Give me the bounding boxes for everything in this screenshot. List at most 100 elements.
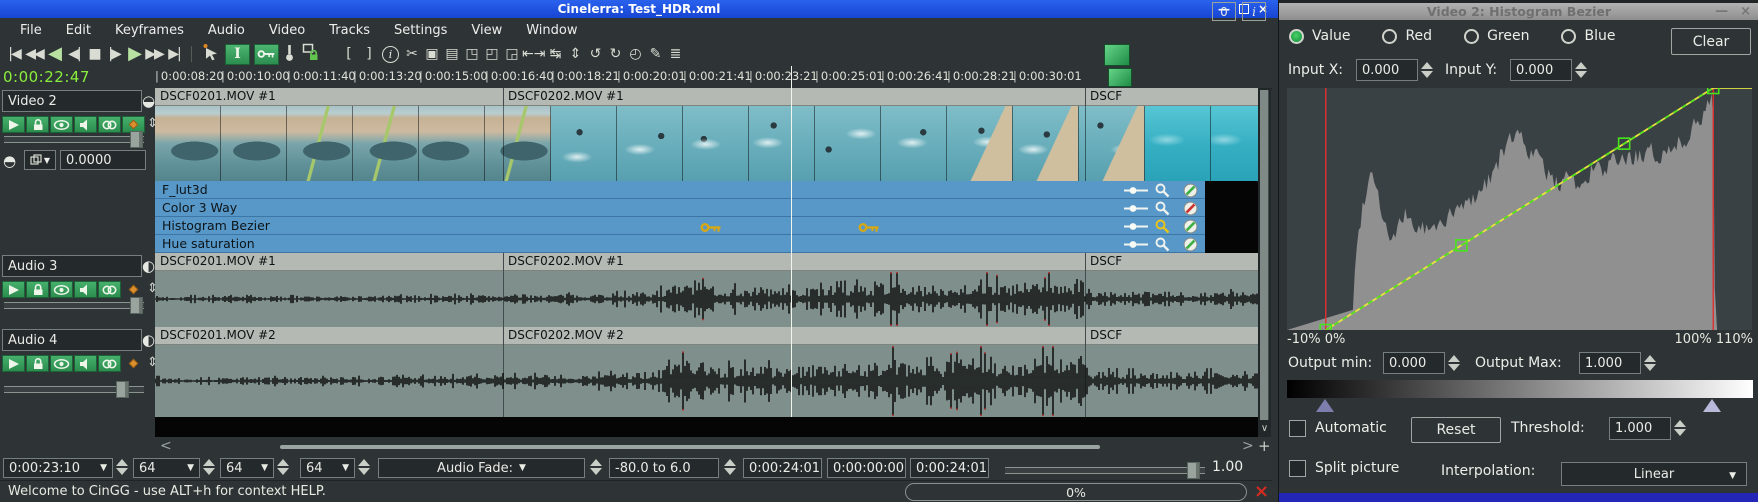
play-toggle[interactable]	[2, 355, 25, 372]
alpha-slider[interactable]	[1005, 467, 1205, 474]
camera-automation-icon[interactable]: ◓	[3, 152, 16, 170]
selection-length-field[interactable]: 0:00:00:00	[827, 458, 906, 478]
alpha-slider-handle[interactable]	[1187, 462, 1200, 479]
gang-toggle[interactable]	[98, 355, 121, 372]
frame-forward-icon[interactable]: |▶	[104, 44, 124, 64]
overlay-mode-combo[interactable]: ▼	[24, 150, 56, 170]
radio-icon[interactable]	[1464, 29, 1479, 44]
radio-icon[interactable]	[1561, 29, 1576, 44]
next-label-button-icon[interactable]: ◲	[502, 44, 522, 64]
clip-info-button-icon[interactable]: i	[382, 46, 399, 63]
minimize-icon[interactable]: —	[1715, 4, 1728, 19]
channel-radio-blue[interactable]: Blue	[1561, 28, 1615, 44]
channel-radio-red[interactable]: Red	[1382, 28, 1432, 44]
split-cut-button-icon[interactable]: ✂	[402, 44, 422, 64]
slow-shuttle-tool-icon[interactable]	[285, 43, 294, 66]
menu-file[interactable]: File	[10, 21, 52, 40]
playhead[interactable]	[791, 66, 792, 417]
output-max-field[interactable]: 1.000	[1579, 352, 1641, 374]
output-max-marker[interactable]	[1703, 399, 1721, 412]
paste-button-icon[interactable]: ▤	[442, 44, 462, 64]
duration-zoom-combo[interactable]: 0:00:23:10▼	[3, 458, 113, 478]
menu-tracks[interactable]: Tracks	[319, 21, 380, 40]
track-title-field-audio-3[interactable]: Audio 3	[2, 255, 142, 277]
trackheight-zoom-combo[interactable]: 64▼	[300, 458, 355, 478]
master-toggle[interactable]	[122, 355, 145, 372]
range-stepper[interactable]	[723, 459, 737, 475]
threshold-field[interactable]: 1.000	[1609, 417, 1671, 440]
stop-icon[interactable]: ■	[84, 44, 104, 64]
draw-toggle[interactable]	[50, 281, 73, 298]
menu-video[interactable]: Video	[259, 21, 315, 40]
info-button[interactable]: i	[1242, 2, 1266, 21]
track-expand-icon[interactable]: ◒	[142, 92, 155, 110]
split-picture-checkbox[interactable]	[1289, 460, 1306, 477]
master-toggle[interactable]	[122, 281, 145, 298]
drag-drop-editing-tool-icon[interactable]	[202, 43, 220, 65]
window-resize-edge[interactable]	[1279, 493, 1758, 502]
amplitude-zoom-combo[interactable]: 64▼	[220, 458, 274, 478]
threshold-stepper[interactable]	[1673, 420, 1687, 436]
automation-range-stepper[interactable]	[589, 459, 603, 475]
undo-depth-indicator[interactable]: 0	[1212, 2, 1236, 21]
fader-audio-3[interactable]	[4, 302, 144, 309]
input-x-field[interactable]: 0.000	[1356, 59, 1418, 81]
add-panel-icon[interactable]: +	[1258, 437, 1271, 455]
effect-bar-color-3-way[interactable]: Color 3 Way	[155, 199, 1205, 217]
interpolation-dropdown[interactable]: Linear ▼	[1561, 462, 1747, 486]
fast-forward-icon[interactable]: ▶▶	[144, 44, 164, 64]
gang-toggle[interactable]	[98, 281, 121, 298]
expand-autos-button-icon[interactable]: ⇕	[565, 44, 585, 64]
track-title-field-audio-4[interactable]: Audio 4	[2, 329, 142, 351]
horizontal-scrollbar[interactable]: < > +	[0, 437, 1272, 456]
fader-audio-4[interactable]	[4, 386, 144, 393]
duration-zoom-stepper[interactable]	[115, 459, 129, 475]
output-max-stepper[interactable]	[1643, 355, 1657, 371]
fader-video-2[interactable]	[4, 136, 144, 143]
menu-view[interactable]: View	[461, 21, 512, 40]
commercial-db-button-icon[interactable]: ◴	[625, 44, 645, 64]
close-icon[interactable]: ×	[1740, 4, 1751, 19]
redo-button-icon[interactable]: ↻	[605, 44, 625, 64]
menu-audio[interactable]: Audio	[198, 21, 255, 40]
fit-selection-button-icon[interactable]: ⇤⇥	[522, 44, 545, 64]
frame-reverse-icon[interactable]: ◀|	[64, 44, 84, 64]
vertical-scrollbar[interactable]: ∨	[1258, 88, 1271, 437]
forward-play-icon[interactable]: ▶	[124, 44, 144, 64]
sample-zoom-stepper[interactable]	[202, 459, 216, 475]
in-point-button-icon[interactable]: [	[339, 44, 359, 64]
selection-start-field[interactable]: 0:00:24:01	[743, 458, 822, 478]
radio-icon[interactable]	[1382, 29, 1397, 44]
goto-start-icon[interactable]: |◀	[4, 44, 24, 64]
track-title-field-video-2[interactable]: Video 2	[2, 90, 142, 112]
draw-toggle[interactable]	[50, 355, 73, 372]
scroll-down-icon[interactable]: ∨	[1258, 423, 1271, 437]
output-min-stepper[interactable]	[1447, 355, 1461, 371]
mute-toggle[interactable]	[74, 116, 97, 133]
copy-button-icon[interactable]: ▣	[422, 44, 442, 64]
prev-label-button-icon[interactable]: ◰	[482, 44, 502, 64]
menu-window[interactable]: Window	[516, 21, 587, 40]
menu-settings[interactable]: Settings	[384, 21, 457, 40]
goto-end-icon[interactable]: ▶|	[164, 44, 184, 64]
preferences-button-icon[interactable]: ≣	[665, 44, 685, 64]
arm-toggle[interactable]	[26, 281, 49, 298]
mute-toggle[interactable]	[74, 355, 97, 372]
track-expand-icon[interactable]: ◐	[142, 257, 155, 275]
vscroll-thumb[interactable]	[1260, 90, 1269, 420]
effect-bar-histogram-bezier[interactable]: Histogram Bezier	[155, 217, 1205, 235]
fade-value-field[interactable]: 0.0000	[60, 150, 146, 170]
trackheight-zoom-stepper[interactable]	[357, 459, 371, 475]
scroll-right-icon[interactable]: >	[1242, 438, 1254, 454]
channel-radio-green[interactable]: Green	[1464, 28, 1529, 44]
input-y-stepper[interactable]	[1574, 62, 1588, 78]
automation-type-combo[interactable]: Audio Fade:▼	[378, 458, 585, 478]
toolbar-indicator-icon[interactable]	[1104, 44, 1130, 66]
menu-edit[interactable]: Edit	[56, 21, 101, 40]
effect-bar-hue-saturation[interactable]: Hue saturation	[155, 235, 1205, 253]
menu-keyframes[interactable]: Keyframes	[105, 21, 194, 40]
arm-toggle[interactable]	[26, 355, 49, 372]
play-toggle[interactable]	[2, 281, 25, 298]
hscroll-thumb[interactable]	[280, 445, 1100, 449]
histogram-plot[interactable]	[1287, 88, 1752, 330]
